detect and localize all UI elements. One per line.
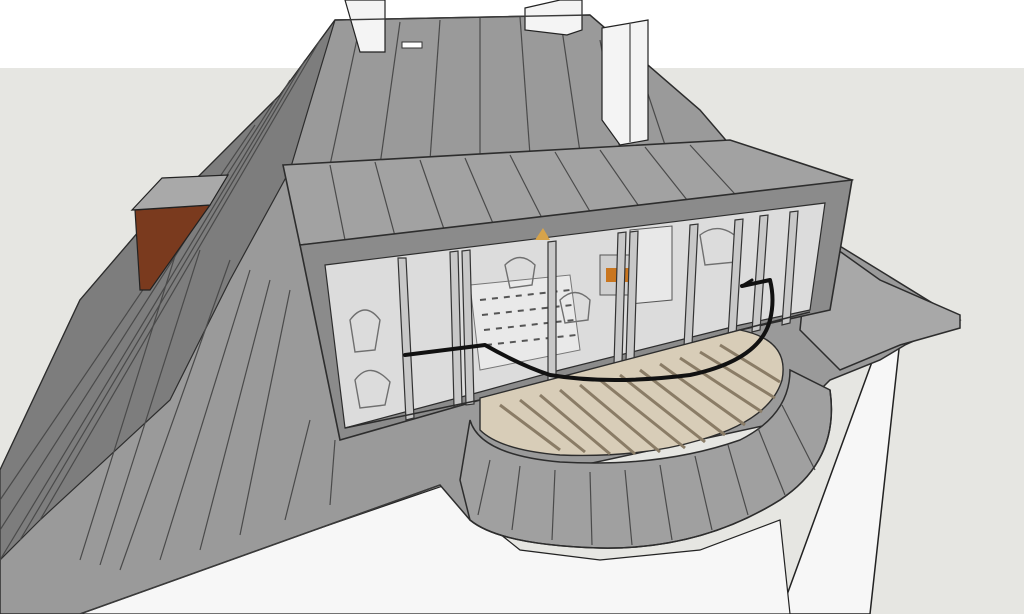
roof-vent bbox=[401, 41, 423, 49]
chimney-right bbox=[601, 19, 649, 146]
roof-model-view bbox=[0, 0, 1024, 614]
